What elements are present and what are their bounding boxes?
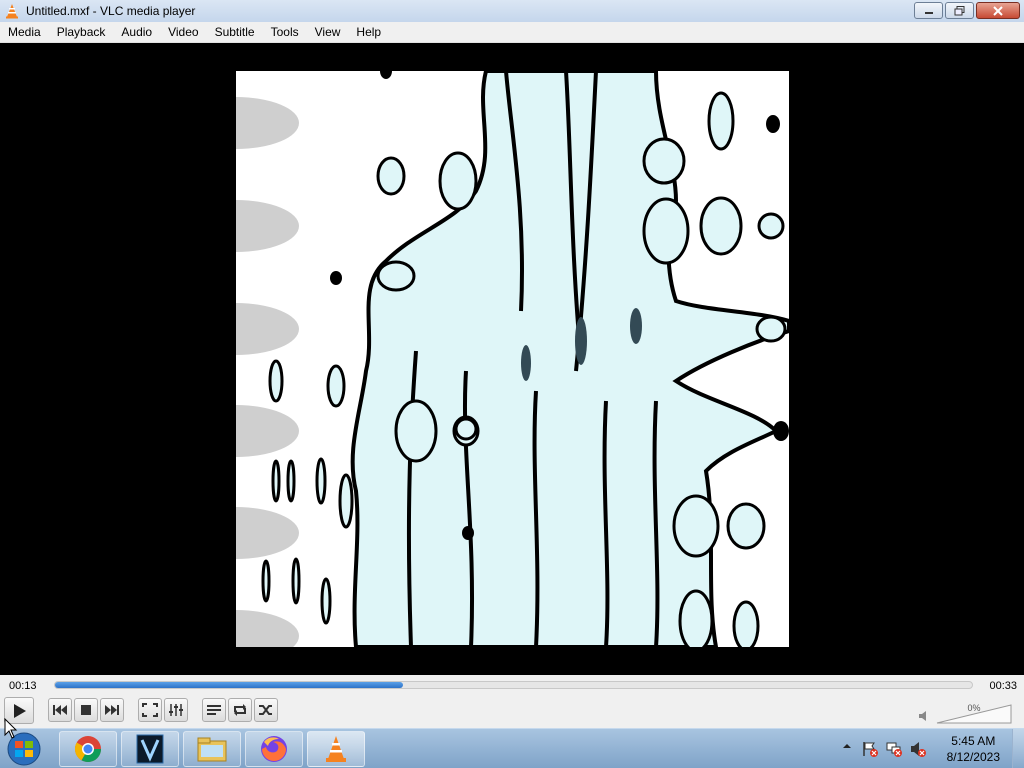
clock-date: 8/12/2023 bbox=[946, 750, 1000, 764]
firefox-icon bbox=[261, 736, 287, 762]
play-icon bbox=[14, 703, 26, 718]
volume-muted-icon[interactable] bbox=[910, 741, 926, 757]
previous-button[interactable] bbox=[48, 698, 72, 722]
vegas-icon bbox=[136, 734, 164, 764]
menu-subtitle[interactable]: Subtitle bbox=[207, 22, 263, 43]
show-desktop-button[interactable] bbox=[1012, 729, 1024, 768]
stop-button[interactable] bbox=[74, 698, 98, 722]
loop-icon bbox=[234, 704, 246, 716]
vlc-icon bbox=[326, 736, 346, 762]
taskbar-vegas[interactable] bbox=[121, 731, 179, 767]
clock[interactable]: 5:45 AM 8/12/2023 bbox=[947, 733, 1000, 765]
vlc-cone-icon bbox=[6, 4, 18, 19]
menu-view[interactable]: View bbox=[307, 22, 349, 43]
minimize-icon bbox=[924, 11, 933, 14]
stop-icon bbox=[81, 705, 91, 715]
close-button[interactable] bbox=[976, 2, 1020, 19]
close-icon bbox=[993, 5, 1003, 16]
taskbar-chrome[interactable] bbox=[59, 731, 117, 767]
menu-media[interactable]: Media bbox=[0, 22, 49, 43]
taskbar: 5:45 AM 8/12/2023 bbox=[0, 728, 1024, 768]
seek-bar[interactable] bbox=[54, 681, 973, 689]
fullscreen-icon bbox=[142, 703, 158, 717]
video-frame bbox=[236, 71, 789, 647]
extended-settings-button[interactable] bbox=[164, 698, 188, 722]
playback-controls: 00:13 00:33 0% bbox=[0, 675, 1024, 728]
previous-icon bbox=[53, 705, 67, 715]
show-hidden-icons-icon[interactable] bbox=[842, 741, 852, 751]
taskbar-firefox[interactable] bbox=[245, 731, 303, 767]
taskbar-vlc[interactable] bbox=[307, 731, 365, 767]
clock-time: 5:45 AM bbox=[951, 734, 996, 748]
extended-settings-icon bbox=[169, 704, 183, 716]
menu-playback[interactable]: Playback bbox=[49, 22, 114, 43]
loop-button[interactable] bbox=[228, 698, 252, 722]
seek-progress bbox=[55, 682, 404, 688]
title-bar: Untitled.mxf - VLC media player bbox=[0, 0, 1024, 22]
chrome-icon bbox=[74, 736, 102, 763]
volume-control: 0% bbox=[918, 700, 1018, 724]
menu-bar: Media Playback Audio Video Subtitle Tool… bbox=[0, 22, 1024, 43]
mouse-cursor-icon bbox=[4, 718, 18, 739]
next-button[interactable] bbox=[100, 698, 124, 722]
network-icon[interactable] bbox=[886, 741, 902, 757]
abstract-pattern-image bbox=[236, 71, 789, 647]
window-controls bbox=[914, 2, 1020, 19]
menu-audio[interactable]: Audio bbox=[113, 22, 160, 43]
shuffle-icon bbox=[259, 705, 272, 715]
minimize-button[interactable] bbox=[914, 2, 943, 19]
taskbar-file-explorer[interactable] bbox=[183, 731, 241, 767]
menu-video[interactable]: Video bbox=[160, 22, 206, 43]
playlist-button[interactable] bbox=[202, 698, 226, 722]
volume-slider[interactable] bbox=[936, 704, 1012, 724]
mute-icon[interactable] bbox=[918, 710, 930, 722]
file-explorer-icon bbox=[197, 737, 227, 762]
shuffle-button[interactable] bbox=[254, 698, 278, 722]
system-tray: 5:45 AM 8/12/2023 bbox=[834, 729, 1024, 768]
elapsed-time: 00:13 bbox=[9, 680, 37, 692]
window-title: Untitled.mxf - VLC media player bbox=[26, 4, 196, 18]
next-icon bbox=[105, 705, 119, 715]
restore-button[interactable] bbox=[945, 2, 974, 19]
menu-help[interactable]: Help bbox=[348, 22, 389, 43]
total-time: 00:33 bbox=[989, 680, 1017, 692]
menu-tools[interactable]: Tools bbox=[263, 22, 307, 43]
restore-icon bbox=[954, 5, 964, 15]
fullscreen-button[interactable] bbox=[138, 698, 162, 722]
action-center-flag-icon[interactable] bbox=[862, 741, 878, 757]
playlist-icon bbox=[207, 705, 221, 715]
video-area[interactable] bbox=[0, 43, 1024, 675]
